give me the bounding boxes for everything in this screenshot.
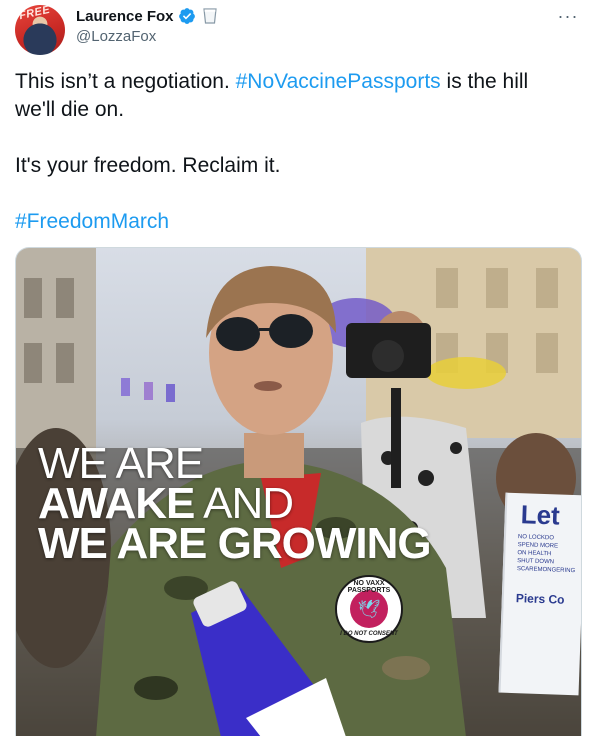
hashtag-novaccinepassports-link[interactable]: #NoVaccinePassports <box>236 70 441 93</box>
badge-bottom-text: I DO NOT CONSENT <box>340 631 398 637</box>
tweet-line-3: It's your freedom. Reclaim it. <box>15 154 281 177</box>
tweet: FREE Laurence Fox @LozzaFox ··· This isn… <box>0 0 599 736</box>
protest-sign: Let NO LOCKDO SPEND MORE ON HEALTH SHUT … <box>498 492 581 696</box>
sign-title: Let <box>520 499 561 531</box>
tweet-text: This isn’t a negotiation. #NoVaccinePass… <box>15 68 585 236</box>
sign-line: SCAREMONGERING <box>516 566 576 575</box>
sign-text-lines: NO LOCKDO SPEND MORE ON HEALTH SHUT DOWN… <box>517 533 580 575</box>
no-vaxx-passports-badge: NO VAXX PASSPORTS 🕊 I DO NOT CONSENT <box>335 575 403 643</box>
tweet-line-2: we'll die on. <box>15 98 125 121</box>
overlay-line-1: WE ARE <box>38 439 204 488</box>
pint-glass-emoji-icon <box>202 8 217 24</box>
avatar-text: FREE <box>18 5 52 23</box>
author-name-row: Laurence Fox <box>76 7 217 25</box>
avatar[interactable]: FREE <box>15 5 65 55</box>
badge-top-text: NO VAXX PASSPORTS <box>347 580 391 594</box>
tweet-line-1: This isn’t a negotiation. #NoVaccinePass… <box>15 68 585 96</box>
overlay-line-2: AWAKE AND <box>38 482 431 526</box>
more-options-button[interactable]: ··· <box>555 6 581 26</box>
author-handle[interactable]: @LozzaFox <box>76 28 156 45</box>
tweet-image[interactable]: Let NO LOCKDO SPEND MORE ON HEALTH SHUT … <box>15 247 582 736</box>
display-name[interactable]: Laurence Fox <box>76 8 174 25</box>
dove-icon: 🕊 <box>350 590 388 628</box>
overlay-line-3: WE ARE GROWING <box>38 519 432 568</box>
sign-name: Piers Co <box>515 591 565 607</box>
hashtag-freedommarch-link[interactable]: #FreedomMarch <box>15 210 169 233</box>
image-overlay-text: WE ARE AWAKE AND WE ARE GROWING <box>38 439 432 568</box>
tweet-text-fragment: is the hill <box>440 70 529 93</box>
tweet-text-fragment: This isn’t a negotiation. <box>15 70 236 93</box>
verified-badge-icon <box>178 7 196 25</box>
